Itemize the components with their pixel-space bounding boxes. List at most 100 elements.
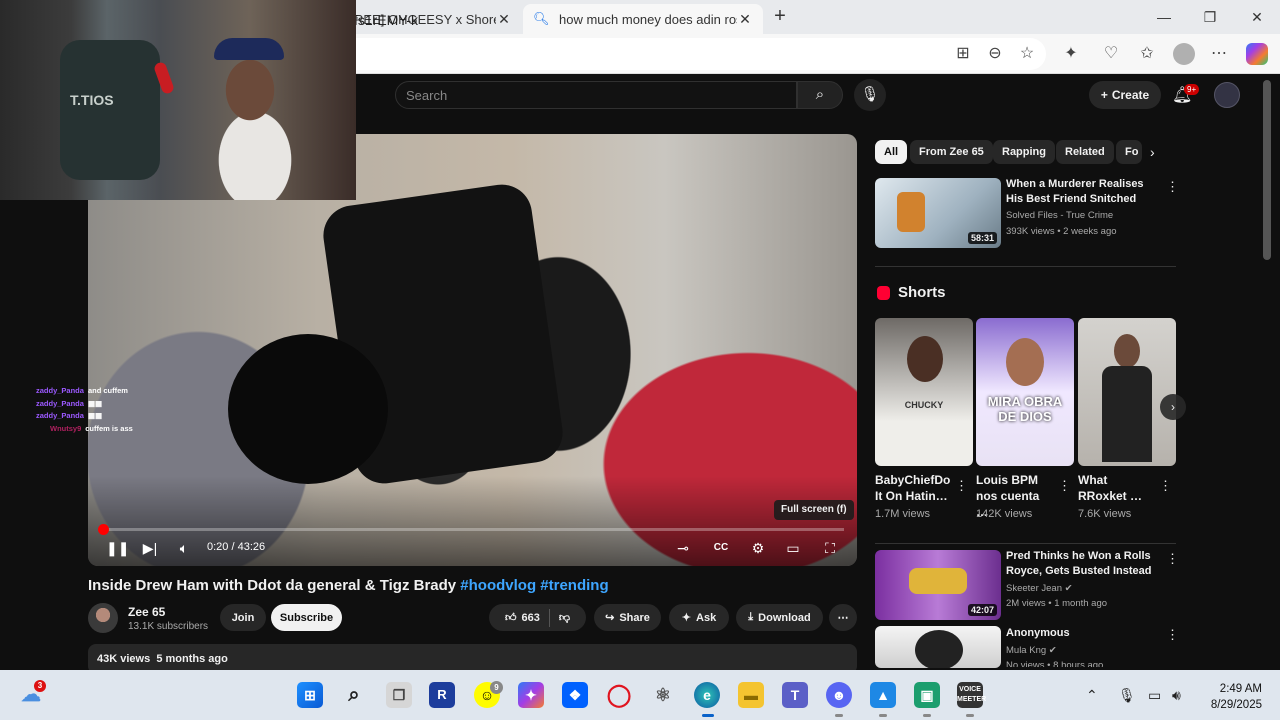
photos-icon[interactable]: ▲ [870, 682, 896, 708]
short-title[interactable]: What RRoxket … [1078, 472, 1154, 504]
settings-gear-icon[interactable]: ⚙ [748, 538, 768, 558]
shorts-next-button[interactable]: › [1160, 394, 1186, 420]
subscribe-button[interactable]: Subscribe [271, 604, 342, 631]
related-video-title[interactable]: When a Murderer Realises His Best Friend… [1006, 177, 1156, 207]
reader-app-icon[interactable]: R [429, 682, 455, 708]
progress-bar[interactable] [101, 528, 844, 531]
voice-search-button[interactable]: 🎙︎ [854, 79, 886, 111]
microphone-icon[interactable]: 🎙︎ [1118, 687, 1136, 704]
restore-button[interactable]: ❐ [1198, 6, 1222, 28]
chevron-up-icon[interactable]: ⌃ [1086, 687, 1098, 704]
react-app-icon[interactable]: ⚛ [650, 682, 676, 708]
edge-browser-icon[interactable]: e [694, 682, 720, 708]
divider [875, 543, 1176, 544]
video-thumbnail[interactable]: 42:07 [875, 550, 1001, 620]
fullscreen-button[interactable]: ⛶ [820, 538, 840, 558]
short-thumbnail[interactable]: MIRA OBRA DE DIOS [976, 318, 1074, 466]
favorites-list-icon[interactable]: ✩ [1136, 43, 1158, 65]
related-video-title[interactable]: Pred Thinks he Won a Rolls Royce, Gets B… [1006, 549, 1156, 579]
like-dislike-group[interactable]: 👍︎ 663 👎︎ [489, 604, 586, 631]
video-hashtags[interactable]: #hoodvlog #trending [460, 577, 608, 594]
channel-name[interactable]: Zee 65 [128, 605, 165, 619]
zoom-icon[interactable]: ⊖ [984, 43, 1006, 65]
captions-button[interactable]: CC [711, 538, 731, 558]
copilot-icon[interactable] [1246, 43, 1268, 65]
download-button[interactable]: ⤓ Download [736, 604, 823, 631]
verified-icon: ✔ [1048, 645, 1057, 656]
more-menu-icon[interactable]: ⋯ [1208, 43, 1230, 65]
discord-icon[interactable]: ☻ [826, 682, 852, 708]
more-vert-icon[interactable]: ⋮ [1166, 179, 1179, 195]
short-title[interactable]: BabyChiefDo It On Hatin… [875, 472, 951, 504]
tab-close-icon[interactable]: ✕ [737, 11, 753, 28]
chip-all[interactable]: All [875, 140, 908, 164]
theater-mode-button[interactable]: ▭ [783, 538, 803, 558]
chip-related[interactable]: Related [1056, 140, 1114, 164]
page-scrollbar[interactable] [1263, 80, 1271, 260]
divider [875, 266, 1176, 267]
search-placeholder: Search [406, 88, 448, 103]
browser-essentials-icon[interactable]: ♡ [1100, 43, 1122, 65]
search-icon[interactable]: ⌕ [341, 682, 367, 708]
join-button[interactable]: Join [220, 604, 266, 631]
chevron-right-icon[interactable]: › [1150, 144, 1155, 160]
search-button[interactable]: ⌕ [797, 81, 843, 109]
create-button[interactable]: + Create [1089, 81, 1161, 109]
more-actions-button[interactable]: ⋯ [829, 604, 857, 631]
favorite-star-icon[interactable]: ☆ [1016, 43, 1038, 65]
opera-icon[interactable]: ◯ [606, 682, 632, 708]
start-button[interactable]: ⊞ [297, 682, 323, 708]
new-tab-button[interactable]: + [770, 4, 790, 30]
next-video-button[interactable]: ▶| [141, 538, 159, 558]
task-view-icon[interactable]: ❐ [386, 682, 412, 708]
autoplay-toggle[interactable]: ⊸ [670, 538, 696, 558]
pause-button[interactable]: ❚❚ [106, 538, 129, 558]
network-icon[interactable]: ▭ [1148, 687, 1161, 704]
thumbs-up-icon[interactable]: 👍︎ [505, 611, 517, 624]
more-vert-icon[interactable]: ⋮ [1058, 478, 1071, 494]
short-thumbnail[interactable]: CHUCKY [875, 318, 973, 466]
more-vert-icon[interactable]: ⋮ [1166, 551, 1179, 567]
game-app-icon[interactable]: ▣ [914, 682, 940, 708]
dropbox-icon[interactable]: ❖ [562, 682, 588, 708]
search-icon: 🔍︎ [533, 11, 550, 26]
ask-button[interactable]: ✦ Ask [669, 604, 729, 631]
thumbs-down-icon[interactable]: 👎︎ [559, 611, 570, 624]
related-video-channel[interactable]: Skeeter Jean ✔ [1006, 581, 1073, 596]
system-clock[interactable]: 2:49 AM 8/29/2025 [1196, 681, 1262, 713]
minimize-button[interactable]: — [1152, 6, 1176, 28]
video-thumbnail[interactable] [875, 626, 1001, 668]
video-thumbnail[interactable]: 58:31 [875, 178, 1001, 248]
volume-icon[interactable]: 🔊︎ [1172, 687, 1181, 704]
file-explorer-icon[interactable]: ▬ [738, 682, 764, 708]
share-button[interactable]: ↪ Share [594, 604, 661, 631]
related-video-channel[interactable]: Mula Kng ✔ [1006, 643, 1057, 658]
more-vert-icon[interactable]: ⋮ [1166, 627, 1179, 643]
more-vert-icon[interactable]: ⋮ [955, 478, 968, 494]
account-avatar[interactable] [1214, 82, 1240, 108]
voicemeeter-icon[interactable]: VOICE MEETER [957, 682, 986, 708]
channel-avatar[interactable] [88, 603, 118, 633]
chat-message: Wnutsy9 cuffem is ass [50, 423, 133, 436]
progress-scrubber[interactable] [98, 524, 109, 535]
profile-avatar[interactable] [1173, 43, 1195, 65]
extensions-icon[interactable]: ✦ [1060, 43, 1082, 65]
volume-button[interactable]: 🔈︎ [175, 538, 193, 558]
more-vert-icon[interactable]: ⋮ [1159, 478, 1172, 494]
url-text[interactable]: fs1rEMY-k [354, 12, 418, 28]
browser-tab-search[interactable]: 🔍︎ how much money does adin ross ✕ [523, 4, 763, 34]
address-bar[interactable] [340, 38, 1046, 70]
copilot-app-icon[interactable]: ✦ [518, 682, 544, 708]
chip-more[interactable]: Fo [1116, 140, 1142, 164]
app-available-icon[interactable]: ⊞ [952, 43, 974, 65]
short-thumbnail[interactable] [1078, 318, 1176, 466]
teams-icon[interactable]: T [782, 682, 808, 708]
chip-from-zee65[interactable]: From Zee 65 [910, 140, 993, 164]
close-window-button[interactable]: ✕ [1245, 6, 1269, 28]
related-video-channel[interactable]: Solved Files - True Crime [1006, 208, 1113, 223]
tab-close-icon[interactable]: ✕ [496, 11, 512, 28]
chat-message: zaddy_Panda and cuffem [36, 385, 133, 398]
related-video-title[interactable]: Anonymous [1006, 626, 1156, 641]
search-input[interactable] [395, 81, 797, 109]
chip-rapping[interactable]: Rapping [993, 140, 1055, 164]
